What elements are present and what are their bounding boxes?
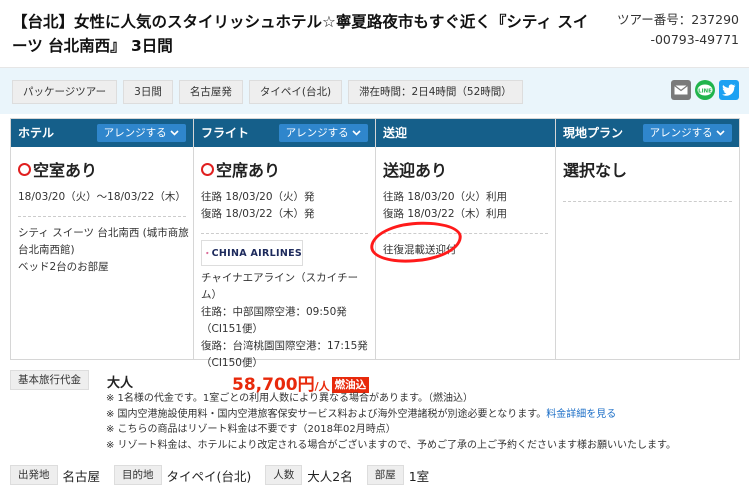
transfer-header-title: 送迎 [383,126,408,140]
title-bar: 【台北】女性に人気のスタイリッシュホテル☆寧夏路夜市もすぐ近く『シティ スイーツ… [0,0,749,68]
local-plan-header: 現地プラン アレンジする [556,119,739,147]
note-2-text: ※ 国内空港施設使用料・国内空港旅客保安サービス料および海外空港諸税が別途必要と… [106,408,547,420]
adult-label: 大人 [107,376,134,391]
origin-label: 出発地 [10,465,58,485]
airline-logo-text: CHINA AIRLINES [211,247,302,259]
flight-arrange-label: アレンジする [285,127,349,139]
plum-blossom-icon [206,251,209,255]
origin-value: 名古屋 [62,468,101,484]
flight-header: フライト アレンジする [194,119,375,147]
flight-column: フライト アレンジする 空席あり 往路 18/03/20（火）発 復路 18/0… [194,119,376,369]
people-value: 大人2名 [307,468,353,484]
flight-header-title: フライト [201,126,250,140]
destination-value: タイペイ(台北) [166,468,252,484]
search-summary: 出発地 名古屋 目的地 タイペイ(台北) 人数 大人2名 部屋 1室 [10,465,443,485]
chip-days: 3日間 [123,80,173,104]
tour-chips: パッケージツアー 3日間 名古屋発 タイペイ(台北) 滞在時間：2日4時間（52… [12,80,523,104]
hotel-status-text: 空室あり [33,161,98,180]
rooms-value: 1室 [408,468,430,484]
mail-icon[interactable] [671,80,691,100]
divider [201,233,368,234]
tour-number: ツアー番号：237290 -00793-49771 [599,10,739,50]
chevron-down-icon [716,130,725,136]
transfer-return: 復路 18/03/22（木）利用 [383,208,507,220]
transfer-outbound: 往路 18/03/20（火）利用 [383,191,507,203]
chip-destination: タイペイ(台北) [248,80,343,104]
hotel-header-title: ホテル [18,126,55,140]
note-4: ※ リゾート料金は、ホテルにより改定される場合がございますので、予めご了承の上ご… [106,439,676,451]
rooms-label: 部屋 [366,465,404,485]
airline-name-1: チャイナエアライン（スカイチー [201,272,359,284]
divider [383,233,548,234]
circle-available-icon [18,162,31,176]
hotel-dates: 18/03/20（火）〜18/03/22（木） [18,191,186,203]
note-1: ※ 1名様の代金です。1室ごとの利用人数により異なる場合があります。（燃油込） [106,393,473,404]
line-icon[interactable]: LINE [695,80,715,100]
hotel-room: ベッド2台のお部屋 [18,261,109,273]
note-3: ※ こちらの商品はリゾート料金は不要です（2018年02月時点） [106,424,396,435]
divider [18,216,186,217]
transfer-status: 送迎あり [383,157,555,181]
line-logo-text: LINE [698,88,712,94]
hotel-header: ホテル アレンジする [11,119,193,147]
divider [563,201,732,202]
flight-arrange-button[interactable]: アレンジする [278,124,368,142]
hotel-name-2: 台北南西館) [18,244,75,256]
transfer-status-text: 送迎あり [383,161,448,180]
chip-package: パッケージツアー [12,80,118,104]
price-notes: ※ 1名様の代金です。1室ごとの利用人数により異なる場合があります。（燃油込） … [106,391,746,453]
chevron-down-icon [352,130,361,136]
circle-available-icon [201,162,214,176]
share-buttons: LINE [671,80,739,100]
local-plan-arrange-button[interactable]: アレンジする [642,124,732,142]
plan-table: ホテル アレンジする 空室あり 18/03/20（火）〜18/03/22（木） … [10,118,740,369]
tour-number-cont: -00793-49771 [650,32,739,47]
chevron-down-icon [170,130,179,136]
twitter-icon[interactable] [719,80,739,100]
chip-departure: 名古屋発 [178,80,243,104]
hotel-name-1: シティ スイーツ 台北南西 (城市商旅 [18,227,189,239]
price-details-link[interactable]: 料金詳細を見る [546,409,616,420]
hotel-column: ホテル アレンジする 空室あり 18/03/20（火）〜18/03/22（木） … [11,119,194,359]
local-plan-status-text: 選択なし [563,161,628,180]
tour-number-label: ツアー番号：237290 [617,12,739,27]
local-plan-column: 現地プラン アレンジする 選択なし [556,119,739,359]
flight-outbound: 往路 18/03/20（火）発 [201,191,315,203]
outbound-detail: 往路：中部国際空港：09:50発 [201,306,347,318]
note-2: ※ 国内空港施設使用料・国内空港旅客保安サービス料および海外空港諸税が別途必要と… [106,407,746,423]
people-label: 人数 [265,465,303,485]
flight-status-text: 空席あり [216,161,281,180]
transfer-header: 送迎 [376,119,555,147]
airline-logo: CHINA AIRLINES [201,240,303,266]
local-plan-status: 選択なし [563,157,739,181]
transfer-column: 送迎 送迎あり 往路 18/03/20（火）利用 復路 18/03/22（木）利… [376,119,556,359]
destination-label: 目的地 [114,465,162,485]
hotel-arrange-label: アレンジする [103,127,167,139]
local-plan-header-title: 現地プラン [563,126,624,140]
chip-stay-time: 滞在時間：2日4時間（52時間） [348,80,523,104]
hotel-status: 空室あり [18,157,193,181]
airline-name-2: ム） [201,289,222,301]
flight-status: 空席あり [201,157,375,181]
hotel-arrange-button[interactable]: アレンジする [96,124,186,142]
local-plan-arrange-label: アレンジする [649,127,713,139]
basic-fare-label: 基本旅行代金 [10,370,89,390]
outbound-flight-no: （CI151便） [201,323,263,335]
flight-return: 復路 18/03/22（木）発 [201,208,315,220]
page-title: 【台北】女性に人気のスタイリッシュホテル☆寧夏路夜市もすぐ近く『シティ スイーツ… [12,13,589,55]
transfer-detail: 往復混載送迎付 [383,244,457,256]
return-detail: 復路：台湾桃園国際空港：17:15発 [201,340,368,352]
